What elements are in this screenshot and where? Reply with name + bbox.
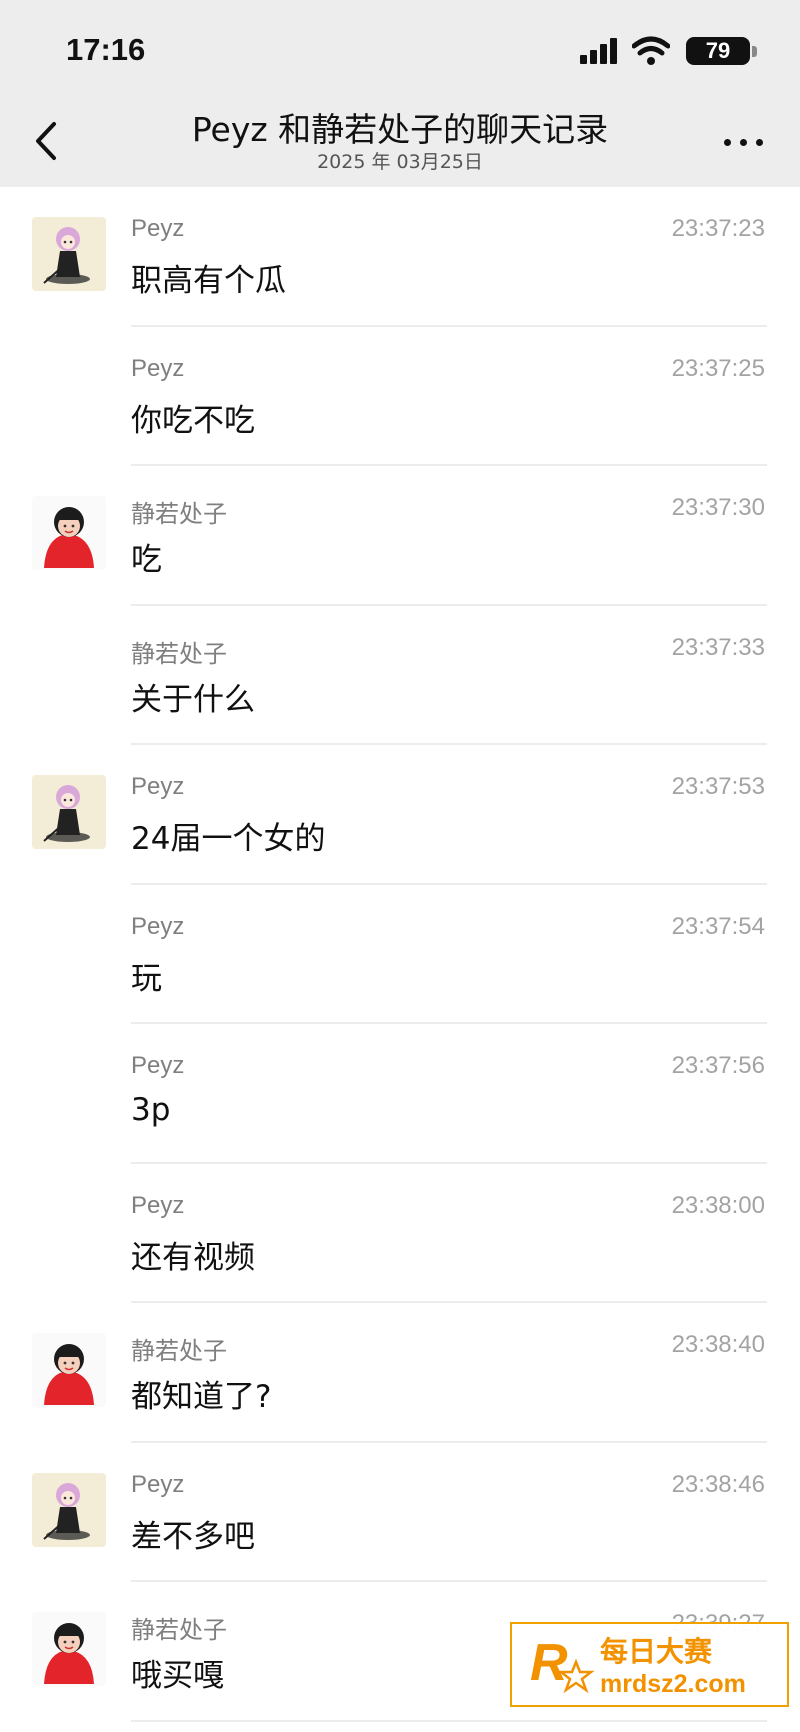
sender-name: 静若处子 <box>131 1338 227 1365</box>
message-text: 3p <box>131 1092 171 1128</box>
message-item[interactable]: Peyz 23:38:46 差不多吧 <box>0 1443 800 1582</box>
jingruo-avatar[interactable] <box>32 1612 106 1686</box>
message-time: 23:37:23 <box>671 215 765 242</box>
message-time: 23:37:30 <box>671 494 765 521</box>
message-item[interactable]: Peyz 23:37:53 24届一个女的 <box>0 745 800 885</box>
message-time: 23:37:33 <box>671 633 765 661</box>
more-icon[interactable] <box>724 126 764 156</box>
battery-level: 79 <box>686 37 750 65</box>
message-item[interactable]: 静若处子 23:37:33 关于什么 <box>0 606 800 745</box>
sender-name: 静若处子 <box>131 501 227 528</box>
message-text: 职高有个瓜 <box>131 263 286 299</box>
jingruo-avatar[interactable] <box>32 1333 106 1407</box>
sender-name: Peyz <box>131 215 185 242</box>
message-text: 差不多吧 <box>131 1518 255 1555</box>
watermark-url: mrdsz2.com <box>600 1670 746 1698</box>
message-text: 都知道了? <box>131 1379 272 1415</box>
message-time: 23:38:00 <box>671 1191 765 1219</box>
message-time: 23:37:54 <box>671 912 765 940</box>
sender-name: Peyz <box>131 773 185 800</box>
message-text: 玩 <box>131 960 162 997</box>
message-item[interactable]: Peyz 23:37:56 3p <box>0 1024 800 1164</box>
sender-name: 静若处子 <box>131 640 227 668</box>
message-time: 23:37:53 <box>671 773 765 800</box>
watermark-logo-icon: R <box>530 1634 595 1694</box>
page-title: Peyz 和静若处子的聊天记录 <box>191 110 609 149</box>
message-text: 关于什么 <box>131 681 255 718</box>
signal-icon <box>580 38 620 64</box>
wifi-icon <box>632 36 670 65</box>
sender-name: Peyz <box>131 1470 185 1498</box>
message-text: 还有视频 <box>131 1239 255 1276</box>
message-time: 23:38:40 <box>671 1331 765 1358</box>
peyz-avatar[interactable] <box>32 217 106 291</box>
message-text: 哦买嘎 <box>131 1658 224 1694</box>
message-item[interactable]: 静若处子 23:38:40 都知道了? <box>0 1303 800 1443</box>
message-time: 23:37:56 <box>671 1052 765 1079</box>
message-text: 吃 <box>131 542 162 578</box>
nav-bar: Peyz 和静若处子的聊天记录 2025 年 03月25日 <box>0 100 800 187</box>
status-time: 17:16 <box>66 32 146 67</box>
message-item[interactable]: Peyz 23:38:00 还有视频 <box>0 1164 800 1303</box>
sender-name: Peyz <box>131 912 185 940</box>
divider <box>131 1719 767 1722</box>
status-bar: 17:16 79 <box>0 0 800 100</box>
chat-history-page: 17:16 79 Peyz 和静若处子的聊天记录 2025 年 03月25日 P… <box>0 0 800 1732</box>
watermark-name: 每日大赛 <box>600 1635 713 1668</box>
status-icons: 79 <box>570 36 760 66</box>
message-item[interactable]: Peyz 23:37:54 玩 <box>0 885 800 1024</box>
sender-name: Peyz <box>131 354 185 382</box>
message-item[interactable]: Peyz 23:37:25 你吃不吃 <box>0 327 800 466</box>
message-list[interactable]: Peyz 23:37:23 职高有个瓜 Peyz 23:37:25 你吃不吃 静… <box>0 187 800 1722</box>
sender-name: 静若处子 <box>131 1617 227 1644</box>
page-subtitle-date: 2025 年 03月25日 <box>317 151 483 173</box>
watermark: R 每日大赛 mrdsz2.com <box>510 1622 789 1707</box>
message-text: 你吃不吃 <box>131 402 255 439</box>
svg-text:R: R <box>530 1634 568 1692</box>
message-time: 23:38:46 <box>671 1470 765 1498</box>
message-item[interactable]: 静若处子 23:37:30 吃 <box>0 466 800 606</box>
sender-name: Peyz <box>131 1191 185 1219</box>
peyz-avatar[interactable] <box>32 775 106 849</box>
message-text: 24届一个女的 <box>131 821 326 857</box>
peyz-avatar[interactable] <box>32 1472 106 1547</box>
message-item[interactable]: Peyz 23:37:23 职高有个瓜 <box>0 187 800 327</box>
sender-name: Peyz <box>131 1052 185 1079</box>
battery-icon: 79 <box>686 37 760 65</box>
jingruo-avatar[interactable] <box>32 496 106 570</box>
message-time: 23:37:25 <box>671 354 765 382</box>
